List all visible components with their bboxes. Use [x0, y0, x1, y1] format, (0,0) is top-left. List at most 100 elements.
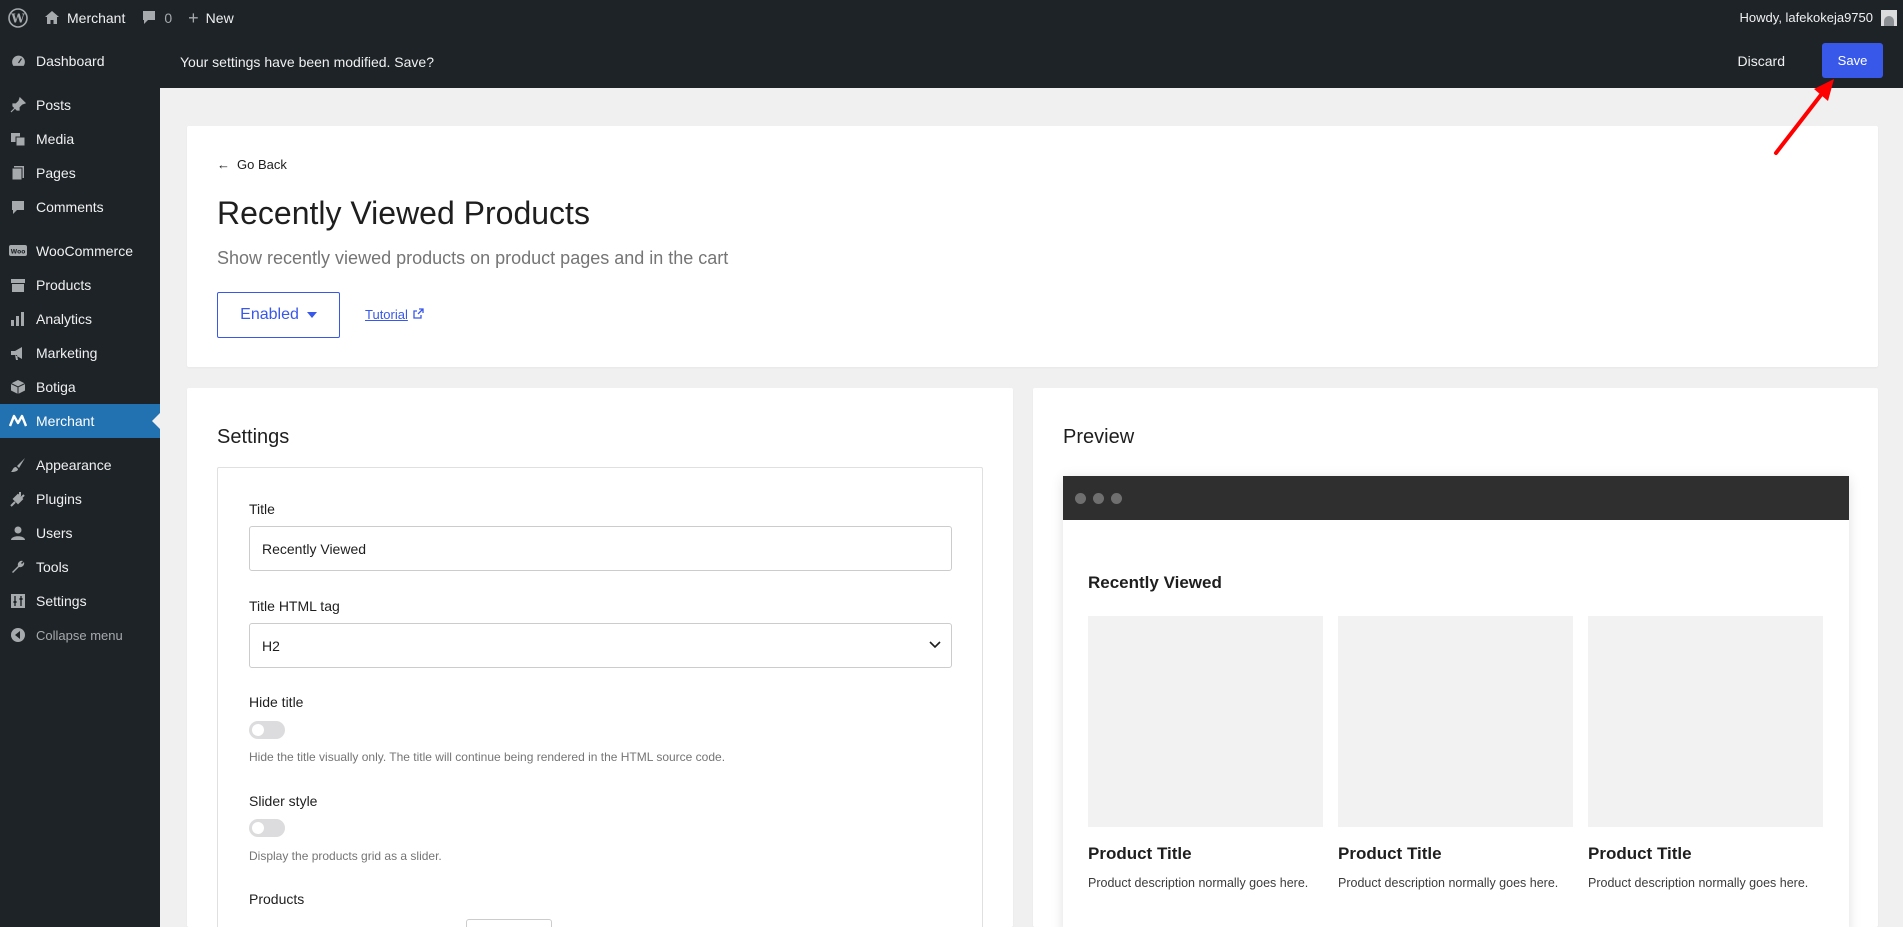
user-icon — [8, 523, 28, 543]
sidebar-item-label: Media — [36, 131, 75, 147]
archive-icon — [8, 275, 28, 295]
window-dot-icon — [1075, 492, 1086, 504]
sidebar-item-label: Botiga — [36, 379, 76, 395]
sidebar-item-label: Pages — [36, 165, 76, 181]
new-content-link[interactable]: + New — [180, 0, 242, 35]
sidebar-item-products[interactable]: Products — [0, 268, 160, 302]
sidebar-item-woocommerce[interactable]: Woo WooCommerce — [0, 234, 160, 268]
brush-icon — [8, 455, 28, 475]
sidebar-item-appearance[interactable]: Appearance — [0, 448, 160, 482]
title-tag-label: Title HTML tag — [249, 598, 340, 614]
settings-box: Title Recently Viewed Title HTML tag H2 … — [217, 467, 983, 927]
pages-icon — [8, 163, 28, 183]
wrench-icon — [8, 557, 28, 577]
sidebar-item-label: Tools — [36, 559, 69, 575]
sidebar-item-label: Plugins — [36, 491, 82, 507]
sidebar-item-label: Collapse menu — [36, 627, 123, 643]
product-description: Product description normally goes here. — [1338, 876, 1559, 890]
window-dot-icon — [1111, 492, 1122, 504]
product-description: Product description normally goes here. — [1588, 876, 1809, 890]
media-icon — [8, 129, 28, 149]
product-image-placeholder — [1088, 616, 1323, 827]
sidebar-item-marketing[interactable]: Marketing — [0, 336, 160, 370]
hide-title-label: Hide title — [249, 694, 304, 710]
settings-heading: Settings — [217, 426, 290, 448]
save-button[interactable]: Save — [1822, 43, 1883, 78]
sidebar-item-label: WooCommerce — [36, 243, 133, 259]
settings-panel: Settings Title Recently Viewed Title HTM… — [187, 388, 1013, 927]
admin-sidebar: Dashboard Posts Media Pages Comments Woo… — [0, 35, 160, 927]
merchant-icon — [8, 411, 28, 431]
tutorial-label: Tutorial — [365, 307, 408, 322]
title-input[interactable]: Recently Viewed — [249, 526, 952, 571]
sidebar-item-label: Posts — [36, 97, 72, 113]
preview-section-title: Recently Viewed — [1088, 573, 1222, 592]
sidebar-item-label: Dashboard — [36, 53, 105, 69]
preview-window: Recently Viewed Product Title Product de… — [1063, 476, 1849, 927]
new-label: New — [205, 9, 234, 26]
product-image-placeholder — [1588, 616, 1823, 827]
sidebar-item-merchant[interactable]: Merchant — [0, 404, 160, 438]
hide-title-toggle[interactable] — [249, 721, 285, 739]
go-back-label: Go Back — [237, 157, 287, 172]
my-account-link[interactable]: Howdy, lafekokeja9750 — [1740, 0, 1903, 35]
tutorial-link[interactable]: Tutorial — [365, 307, 424, 322]
products-label: Products — [249, 891, 305, 907]
unsaved-message: Your settings have been modified. Save? — [180, 53, 434, 70]
module-header-panel: ← Go Back Recently Viewed Products Show … — [187, 126, 1878, 367]
arrow-left-icon: ← — [217, 157, 230, 172]
product-title: Product Title — [1588, 844, 1692, 863]
browser-chrome — [1063, 476, 1849, 520]
sidebar-item-settings[interactable]: Settings — [0, 584, 160, 618]
collapse-menu-button[interactable]: Collapse menu — [0, 618, 160, 652]
sidebar-item-comments[interactable]: Comments — [0, 190, 160, 224]
status-dropdown[interactable]: Enabled — [217, 292, 340, 338]
sidebar-item-pages[interactable]: Pages — [0, 156, 160, 190]
sidebar-item-label: Products — [36, 277, 92, 293]
sidebar-item-plugins[interactable]: Plugins — [0, 482, 160, 516]
product-title: Product Title — [1338, 844, 1442, 863]
title-label: Title — [249, 501, 275, 517]
sidebar-item-users[interactable]: Users — [0, 516, 160, 550]
dashboard-icon — [8, 51, 28, 71]
sidebar-item-dashboard[interactable]: Dashboard — [0, 44, 160, 78]
avatar — [1881, 9, 1897, 26]
slider-style-toggle[interactable] — [249, 819, 285, 837]
comment-icon — [8, 197, 28, 217]
sidebar-item-botiga[interactable]: Botiga — [0, 370, 160, 404]
woo-icon: Woo — [8, 241, 28, 261]
title-tag-value: H2 — [262, 637, 280, 654]
home-icon — [44, 10, 60, 25]
discard-button[interactable]: Discard — [1738, 53, 1785, 69]
preview-product-card: Product Title Product description normal… — [1088, 616, 1323, 890]
unsaved-changes-bar: Your settings have been modified. Save? … — [160, 35, 1903, 88]
products-count-input[interactable] — [466, 919, 552, 927]
preview-panel: Preview Recently Viewed Product Title Pr… — [1033, 388, 1878, 927]
comment-bubble-icon — [141, 10, 157, 25]
sidebar-item-tools[interactable]: Tools — [0, 550, 160, 584]
cube-icon — [8, 377, 28, 397]
slider-style-help: Display the products grid as a slider. — [249, 849, 442, 863]
sidebar-item-label: Merchant — [36, 413, 95, 429]
preview-product-card: Product Title Product description normal… — [1588, 616, 1823, 890]
sidebar-item-label: Settings — [36, 593, 87, 609]
slider-style-label: Slider style — [249, 793, 318, 809]
sidebar-item-analytics[interactable]: Analytics — [0, 302, 160, 336]
caret-down-icon — [306, 312, 317, 318]
annotation-arrow-icon — [1774, 79, 1834, 155]
svg-text:W: W — [10, 11, 25, 25]
pin-icon — [8, 95, 28, 115]
product-title: Product Title — [1088, 844, 1192, 863]
title-tag-select[interactable]: H2 — [249, 623, 952, 668]
comments-link[interactable]: 0 — [133, 0, 180, 35]
sidebar-item-label: Marketing — [36, 345, 98, 361]
comments-count: 0 — [164, 9, 173, 26]
plug-icon — [8, 489, 28, 509]
wordpress-logo-icon[interactable]: W — [0, 0, 36, 35]
collapse-icon — [8, 625, 28, 645]
site-name-link[interactable]: Merchant — [36, 0, 133, 35]
sidebar-item-posts[interactable]: Posts — [0, 88, 160, 122]
sidebar-item-media[interactable]: Media — [0, 122, 160, 156]
external-link-icon — [413, 307, 424, 322]
go-back-link[interactable]: ← Go Back — [217, 157, 287, 172]
